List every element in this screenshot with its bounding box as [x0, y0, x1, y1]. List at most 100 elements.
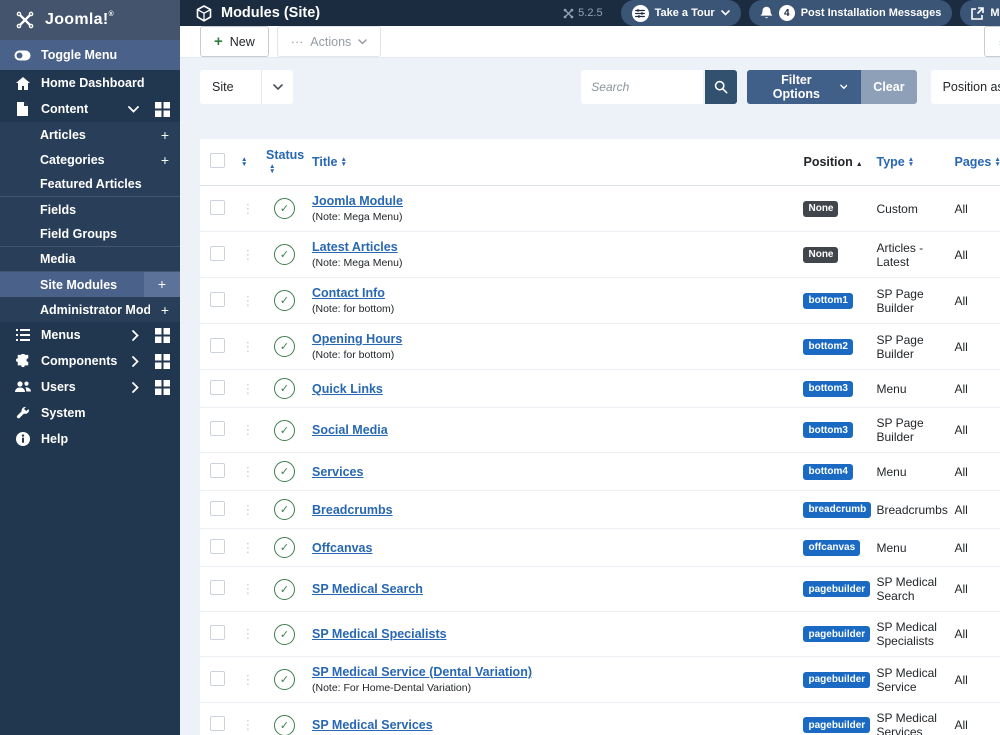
- sidebar-item-toggle-menu[interactable]: Toggle Menu: [0, 40, 180, 70]
- clear-button[interactable]: Clear: [861, 70, 917, 104]
- search-input[interactable]: [581, 70, 704, 104]
- row-checkbox[interactable]: [210, 245, 225, 261]
- drag-handle-icon[interactable]: ⋮: [234, 323, 262, 370]
- module-title-link[interactable]: Opening Hours: [312, 332, 402, 346]
- select-all-checkbox[interactable]: [210, 153, 225, 168]
- add-articles-button[interactable]: +: [150, 127, 180, 143]
- sidebar-item-featured-articles[interactable]: Featured Articles: [0, 172, 180, 197]
- drag-handle-icon[interactable]: ⋮: [234, 369, 262, 408]
- drag-handle-icon[interactable]: ⋮: [234, 656, 262, 703]
- drag-handle-icon[interactable]: ⋮: [234, 528, 262, 567]
- sidebar-item-menus[interactable]: Menus: [0, 322, 180, 348]
- table-row: ⋮ ✓ SP Medical Specialists pagebuilder S…: [200, 611, 1000, 657]
- sidebar-item-users[interactable]: Users: [0, 374, 180, 400]
- post-installation-messages-button[interactable]: 4 Post Installation Messages: [748, 0, 953, 26]
- drag-handle-icon[interactable]: ⋮: [234, 407, 262, 453]
- row-checkbox[interactable]: [210, 670, 225, 686]
- drag-handle-icon[interactable]: ⋮: [234, 611, 262, 657]
- dashboard-grid-icon[interactable]: [155, 327, 170, 343]
- ordering-column-header[interactable]: ▲ ▼: [234, 139, 262, 186]
- add-site-module-button[interactable]: +: [144, 272, 180, 297]
- status-published-icon[interactable]: ✓: [274, 336, 295, 357]
- sidebar-item-fields[interactable]: Fields: [0, 197, 180, 222]
- row-checkbox[interactable]: [210, 199, 225, 215]
- preview-site-button[interactable]: Medico: [960, 0, 1000, 26]
- row-checkbox[interactable]: [210, 379, 225, 395]
- drag-handle-icon[interactable]: ⋮: [234, 702, 262, 735]
- dashboard-grid-icon[interactable]: [155, 353, 170, 369]
- sidebar-item-field-groups[interactable]: Field Groups: [0, 222, 180, 247]
- sidebar-item-media[interactable]: Media: [0, 247, 180, 272]
- module-title-link[interactable]: Services: [312, 465, 363, 479]
- module-title-link[interactable]: Latest Articles: [312, 240, 398, 254]
- sidebar-item-home-dashboard[interactable]: Home Dashboard: [0, 70, 180, 96]
- row-checkbox[interactable]: [210, 500, 225, 516]
- drag-handle-icon[interactable]: ⋮: [234, 231, 262, 278]
- row-checkbox[interactable]: [210, 421, 225, 436]
- module-title-link[interactable]: Joomla Module: [312, 194, 403, 208]
- module-type: SP Medical Services: [872, 702, 951, 735]
- row-checkbox[interactable]: [210, 625, 225, 640]
- drag-handle-icon[interactable]: ⋮: [234, 566, 262, 612]
- status-published-icon[interactable]: ✓: [274, 461, 295, 482]
- row-checkbox[interactable]: [210, 337, 225, 353]
- sidebar-item-system[interactable]: System: [0, 400, 180, 426]
- module-title-link[interactable]: Quick Links: [312, 382, 383, 396]
- module-title-link[interactable]: Offcanvas: [312, 541, 372, 555]
- module-title-link[interactable]: SP Medical Service (Dental Variation): [312, 665, 532, 679]
- add-category-button[interactable]: +: [150, 152, 180, 168]
- add-admin-module-button[interactable]: +: [150, 302, 180, 318]
- search-button[interactable]: [705, 70, 738, 104]
- sidebar-item-categories[interactable]: Categories +: [0, 147, 180, 172]
- modules-table: ▲ ▼ Status ▲ ▼ Title ▲ ▼ Position ▲ Type ▲ ▼ Pag…: [200, 139, 1000, 735]
- sidebar-item-help[interactable]: Help: [0, 426, 180, 452]
- status-published-icon[interactable]: ✓: [274, 623, 295, 645]
- position-column-header[interactable]: Position ▲: [799, 139, 873, 186]
- module-title-link[interactable]: SP Medical Services: [312, 718, 433, 732]
- pages-column-header[interactable]: Pages ▲ ▼: [950, 139, 1000, 186]
- status-published-icon[interactable]: ✓: [274, 714, 295, 735]
- sidebar-item-site-modules[interactable]: Site Modules +: [0, 272, 180, 297]
- row-checkbox[interactable]: [210, 716, 225, 731]
- take-a-tour-button[interactable]: Take a Tour: [620, 0, 741, 26]
- module-title-link[interactable]: SP Medical Specialists: [312, 627, 447, 641]
- row-checkbox[interactable]: [210, 538, 225, 554]
- sidebar-item-administrator-modules[interactable]: Administrator Modules +: [0, 297, 180, 322]
- status-published-icon[interactable]: ✓: [274, 290, 295, 311]
- module-title-link[interactable]: Social Media: [312, 423, 388, 437]
- status-published-icon[interactable]: ✓: [274, 198, 295, 219]
- dashboard-grid-icon[interactable]: [155, 379, 170, 395]
- drag-handle-icon[interactable]: ⋮: [234, 185, 262, 232]
- module-title-link[interactable]: SP Medical Search: [312, 582, 423, 596]
- row-checkbox[interactable]: [210, 580, 225, 595]
- status-published-icon[interactable]: ✓: [274, 244, 295, 265]
- row-checkbox[interactable]: [210, 462, 225, 478]
- module-title-link[interactable]: Breadcrumbs: [312, 503, 393, 517]
- row-checkbox[interactable]: [210, 291, 225, 307]
- client-select[interactable]: Site: [200, 70, 294, 104]
- sort-select[interactable]: Position ascending: [930, 70, 1000, 104]
- module-title-link[interactable]: Contact Info: [312, 286, 385, 300]
- status-published-icon[interactable]: ✓: [274, 378, 295, 399]
- options-button[interactable]: Options: [983, 26, 1000, 57]
- status-published-icon[interactable]: ✓: [274, 537, 295, 558]
- module-type: Custom: [872, 185, 951, 232]
- sidebar-item-articles[interactable]: Articles +: [0, 122, 180, 147]
- status-published-icon[interactable]: ✓: [274, 419, 295, 441]
- new-button[interactable]: + New: [200, 26, 269, 57]
- title-column-header[interactable]: Title ▲ ▼: [308, 139, 800, 186]
- actions-button[interactable]: ··· Actions: [276, 26, 382, 57]
- dashboard-grid-icon[interactable]: [155, 101, 170, 117]
- status-column-header[interactable]: Status ▲ ▼: [262, 139, 308, 186]
- filter-options-button[interactable]: Filter Options: [747, 70, 862, 104]
- drag-handle-icon[interactable]: ⋮: [234, 452, 262, 491]
- sidebar-item-components[interactable]: Components: [0, 348, 180, 374]
- status-published-icon[interactable]: ✓: [274, 499, 295, 520]
- status-published-icon[interactable]: ✓: [274, 669, 295, 690]
- drag-handle-icon[interactable]: ⋮: [234, 490, 262, 529]
- drag-handle-icon[interactable]: ⋮: [234, 277, 262, 324]
- type-column-header[interactable]: Type ▲ ▼: [872, 139, 951, 186]
- status-published-icon[interactable]: ✓: [274, 578, 295, 600]
- sidebar-item-content[interactable]: Content: [0, 96, 180, 122]
- chevron-down-icon: [358, 38, 368, 45]
